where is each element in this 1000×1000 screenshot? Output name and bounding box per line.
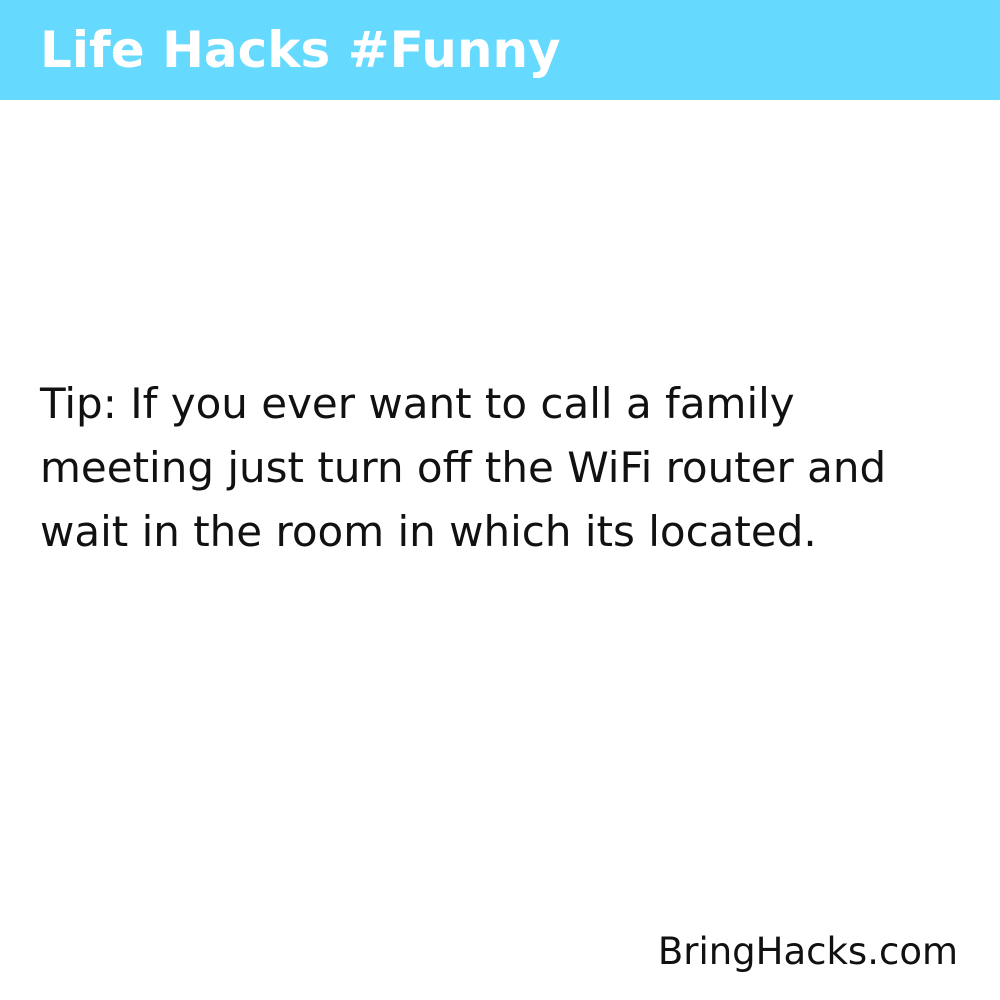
site-label: BringHacks.com <box>657 930 958 973</box>
page-title: Life Hacks #Funny <box>40 21 561 79</box>
tip-text: Tip: If you ever want to call a family m… <box>40 379 887 556</box>
header-bar: Life Hacks #Funny <box>0 0 1000 100</box>
